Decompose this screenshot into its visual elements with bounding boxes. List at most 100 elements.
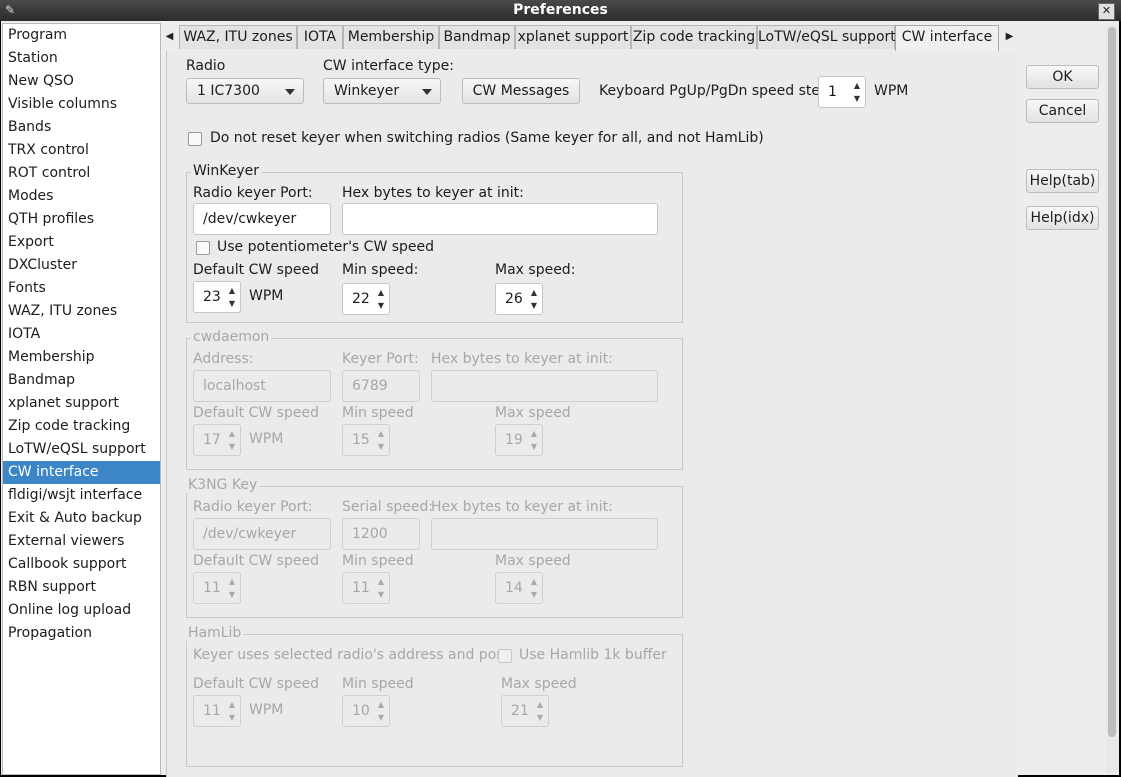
spin-up-icon[interactable]: ▲ (528, 575, 540, 588)
winkeyer-default-speed-stepper[interactable]: 23 ▲ ▼ (193, 281, 241, 313)
cwdaemon-max-speed-stepper[interactable]: 19 ▲ ▼ (495, 424, 543, 456)
tab[interactable]: CW interface (895, 25, 999, 52)
sidebar-item[interactable]: Online log upload (3, 599, 160, 622)
winkeyer-port-input[interactable]: /dev/cwkeyer (193, 203, 331, 235)
spin-up-icon[interactable]: ▲ (851, 79, 863, 92)
tab[interactable]: Bandmap (439, 25, 515, 49)
feather-icon[interactable]: ✎ (5, 3, 19, 17)
cwdaemon-port-input[interactable]: 6789 (342, 370, 420, 402)
sidebar-item[interactable]: CW interface (3, 461, 160, 484)
spin-down-icon[interactable]: ▼ (226, 711, 238, 724)
sidebar-item[interactable]: Export (3, 231, 160, 254)
help-idx-button[interactable]: Help(idx) (1026, 206, 1099, 230)
sidebar-item[interactable]: fldigi/wsjt interface (3, 484, 160, 507)
spin-down-icon[interactable]: ▼ (528, 299, 540, 312)
spin-up-icon[interactable]: ▲ (226, 575, 238, 588)
tab-scroll-left-icon[interactable]: ◀ (162, 25, 177, 51)
ok-button[interactable]: OK (1026, 65, 1099, 89)
k3ng-hex-input[interactable] (431, 518, 658, 550)
cwdaemon-address-input[interactable]: localhost (193, 370, 331, 402)
sidebar-item[interactable]: Modes (3, 185, 160, 208)
sidebar-item[interactable]: xplanet support (3, 392, 160, 415)
spin-down-icon[interactable]: ▼ (375, 588, 387, 601)
spin-down-icon[interactable]: ▼ (226, 588, 238, 601)
spin-up-icon[interactable]: ▲ (226, 427, 238, 440)
potentiometer-checkbox[interactable] (196, 241, 210, 255)
k3ng-min-speed-stepper[interactable]: 11 ▲ ▼ (342, 572, 390, 604)
radio-label: Radio (186, 58, 226, 74)
sidebar-item[interactable]: Callbook support (3, 553, 160, 576)
hamlib-buffer-checkbox[interactable] (498, 649, 512, 663)
sidebar-item[interactable]: Bands (3, 116, 160, 139)
no-reset-keyer-checkbox[interactable] (188, 132, 202, 146)
sidebar-item[interactable]: External viewers (3, 530, 160, 553)
spin-up-icon[interactable]: ▲ (375, 575, 387, 588)
spin-up-icon[interactable]: ▲ (375, 286, 387, 299)
winkeyer-max-speed-stepper[interactable]: 26 ▲ ▼ (495, 283, 543, 315)
spin-down-icon[interactable]: ▼ (226, 440, 238, 453)
sidebar-item[interactable]: TRX control (3, 139, 160, 162)
radio-select[interactable]: 1 IC7300 (186, 78, 304, 104)
sidebar-item[interactable]: Bandmap (3, 369, 160, 392)
help-tab-button[interactable]: Help(tab) (1026, 169, 1099, 193)
k3ng-serial-speed-input[interactable]: 1200 (342, 518, 420, 550)
spin-up-icon[interactable]: ▲ (226, 698, 238, 711)
spin-down-icon[interactable]: ▼ (375, 711, 387, 724)
sidebar-item[interactable]: IOTA (3, 323, 160, 346)
sidebar-item[interactable]: Propagation (3, 622, 160, 645)
hamlib-max-speed-value: 21 (511, 703, 529, 719)
tab[interactable]: IOTA (297, 25, 343, 49)
cwdaemon-hex-input[interactable] (431, 370, 658, 402)
spin-up-icon[interactable]: ▲ (375, 427, 387, 440)
tab[interactable]: WAZ, ITU zones (179, 25, 297, 49)
spin-down-icon[interactable]: ▼ (375, 440, 387, 453)
k3ng-default-speed-stepper[interactable]: 11 ▲ ▼ (193, 572, 241, 604)
sidebar-item[interactable]: QTH profiles (3, 208, 160, 231)
hamlib-max-speed-stepper[interactable]: 21 ▲ ▼ (501, 695, 549, 727)
spin-down-icon[interactable]: ▼ (528, 588, 540, 601)
winkeyer-min-speed-stepper[interactable]: 22 ▲ ▼ (342, 283, 390, 315)
sidebar-item[interactable]: New QSO (3, 70, 160, 93)
close-button[interactable]: ✕ (1098, 3, 1115, 20)
cwdaemon-default-speed-stepper[interactable]: 17 ▲ ▼ (193, 424, 241, 456)
sidebar-item[interactable]: Visible columns (3, 93, 160, 116)
sidebar-item[interactable]: Program (3, 24, 160, 47)
hamlib-min-speed-stepper[interactable]: 10 ▲ ▼ (342, 695, 390, 727)
sidebar-item[interactable]: ROT control (3, 162, 160, 185)
spin-down-icon[interactable]: ▼ (528, 440, 540, 453)
sidebar-item[interactable]: Zip code tracking (3, 415, 160, 438)
spin-up-icon[interactable]: ▲ (226, 284, 238, 297)
spin-down-icon[interactable]: ▼ (375, 299, 387, 312)
sidebar-item[interactable]: LoTW/eQSL support (3, 438, 160, 461)
spin-down-icon[interactable]: ▼ (851, 92, 863, 105)
sidebar-item[interactable]: Station (3, 47, 160, 70)
sidebar-item[interactable]: Exit & Auto backup (3, 507, 160, 530)
spin-up-icon[interactable]: ▲ (528, 286, 540, 299)
preferences-sidebar[interactable]: Program Station New QSO Visible columns Band… (2, 23, 161, 775)
tab-scroll-right-icon[interactable]: ▶ (1002, 25, 1017, 51)
spin-up-icon[interactable]: ▲ (534, 698, 546, 711)
k3ng-port-input[interactable]: /dev/cwkeyer (193, 518, 331, 550)
cwdaemon-min-speed-stepper[interactable]: 15 ▲ ▼ (342, 424, 390, 456)
sidebar-item[interactable]: WAZ, ITU zones (3, 300, 160, 323)
sidebar-item[interactable]: Fonts (3, 277, 160, 300)
cancel-button[interactable]: Cancel (1026, 99, 1099, 123)
tab[interactable]: Membership (343, 25, 439, 49)
tab[interactable]: LoTW/eQSL support (757, 25, 896, 49)
hamlib-default-speed-stepper[interactable]: 11 ▲ ▼ (193, 695, 241, 727)
scrollbar-thumb[interactable] (1108, 27, 1116, 737)
spin-down-icon[interactable]: ▼ (226, 297, 238, 310)
spin-up-icon[interactable]: ▲ (528, 427, 540, 440)
tab[interactable]: Zip code tracking (631, 25, 757, 49)
cw-messages-button[interactable]: CW Messages (462, 78, 580, 104)
cw-type-select[interactable]: Winkeyer (323, 78, 441, 104)
sidebar-item[interactable]: RBN support (3, 576, 160, 599)
speed-step-stepper[interactable]: 1 ▲ ▼ (818, 76, 866, 108)
spin-up-icon[interactable]: ▲ (375, 698, 387, 711)
sidebar-item[interactable]: DXCluster (3, 254, 160, 277)
tab[interactable]: xplanet support (515, 25, 631, 49)
spin-down-icon[interactable]: ▼ (534, 711, 546, 724)
k3ng-max-speed-stepper[interactable]: 14 ▲ ▼ (495, 572, 543, 604)
sidebar-item[interactable]: Membership (3, 346, 160, 369)
winkeyer-hex-input[interactable] (342, 203, 658, 235)
